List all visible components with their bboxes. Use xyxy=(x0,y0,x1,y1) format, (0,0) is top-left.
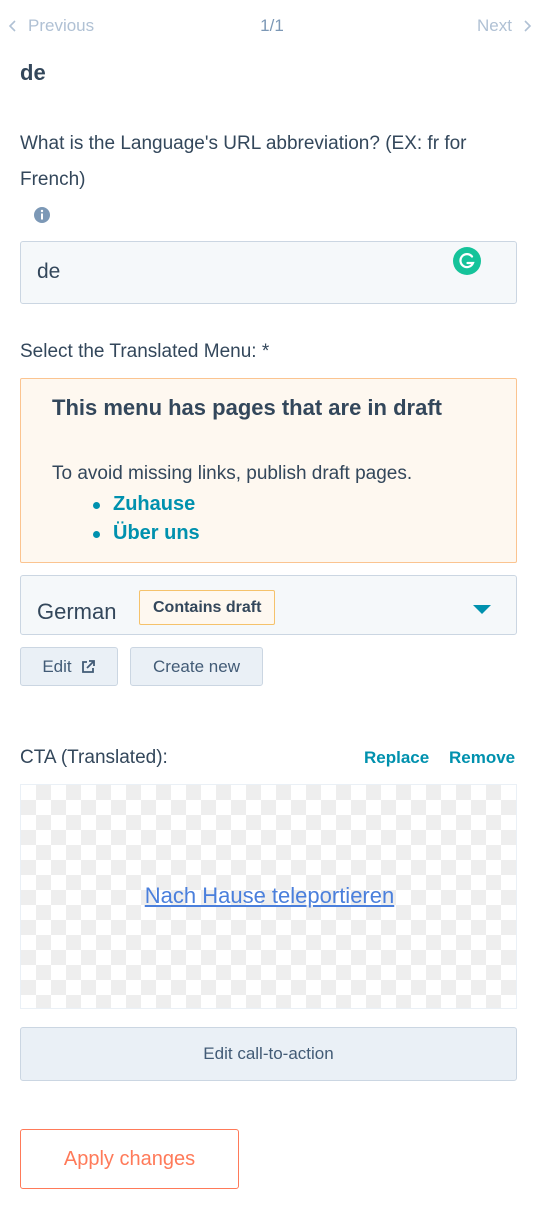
alert-title: This menu has pages that are in draft xyxy=(52,395,442,420)
next-label: Next xyxy=(477,16,512,35)
cta-preview: Nach Hause teleportieren xyxy=(20,784,517,1009)
grammarly-icon[interactable] xyxy=(453,247,481,275)
chevron-right-icon xyxy=(524,20,532,32)
external-link-icon xyxy=(81,659,95,673)
contains-draft-badge: Contains draft xyxy=(139,590,276,625)
translated-menu-select[interactable]: German Contains draft xyxy=(20,575,517,635)
edit-menu-button[interactable]: Edit xyxy=(20,647,118,686)
alert-body: To avoid missing links, publish draft pa… xyxy=(52,463,413,484)
next-button[interactable]: Next xyxy=(477,16,532,36)
cta-label: CTA (Translated): xyxy=(20,747,168,768)
draft-page-label: Über uns xyxy=(113,522,200,544)
draft-pages-list: Zuhause Über uns xyxy=(91,493,200,551)
draft-pages-alert: This menu has pages that are in draft To… xyxy=(20,378,517,563)
url-abbreviation-value: de xyxy=(37,260,61,283)
apply-changes-button[interactable]: Apply changes xyxy=(20,1129,239,1189)
url-abbreviation-input[interactable]: de xyxy=(20,241,517,304)
draft-page-link-uber-uns[interactable]: Über uns xyxy=(91,522,200,551)
info-icon[interactable] xyxy=(33,206,51,224)
page-count: 1/1 xyxy=(260,16,284,35)
draft-page-label: Zuhause xyxy=(113,493,196,515)
language-heading: de xyxy=(20,60,46,85)
cta-remove-link[interactable]: Remove xyxy=(449,748,515,768)
edit-cta-button[interactable]: Edit call-to-action xyxy=(20,1027,517,1081)
create-new-menu-button[interactable]: Create new xyxy=(130,647,263,686)
selected-menu: German xyxy=(37,599,117,624)
url-abbreviation-label: What is the Language's URL abbreviation?… xyxy=(20,133,467,190)
pager: Previous 1/1 Next xyxy=(0,0,544,52)
cta-preview-link[interactable]: Nach Hause teleportieren xyxy=(21,883,518,909)
edit-menu-label: Edit xyxy=(42,656,72,676)
bullet-icon xyxy=(93,502,100,509)
cta-replace-link[interactable]: Replace xyxy=(364,748,429,768)
dropdown-caret-icon xyxy=(473,605,491,614)
translated-menu-label: Select the Translated Menu: * xyxy=(20,341,270,362)
draft-page-link-zuhause[interactable]: Zuhause xyxy=(91,493,200,522)
bullet-icon xyxy=(93,531,100,538)
